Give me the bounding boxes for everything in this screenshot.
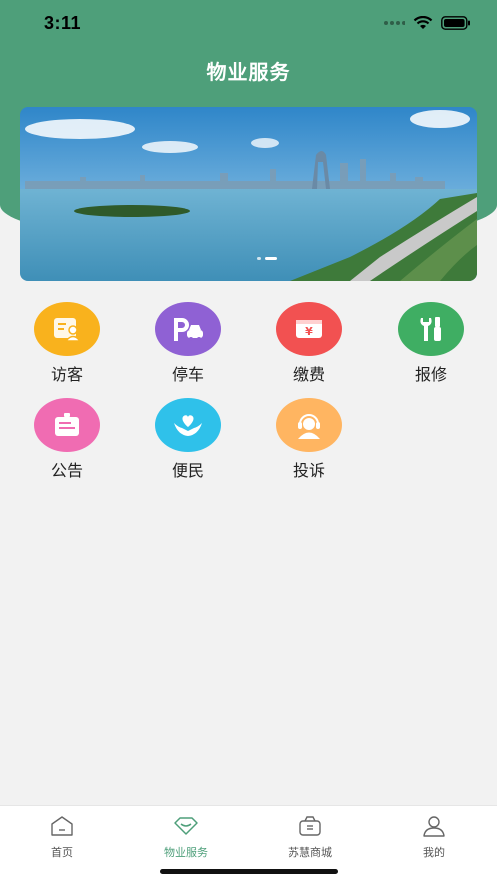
user-icon [423,816,445,837]
payment-yen-icon: ¥ [276,302,342,356]
service-visitor[interactable]: 访客 [17,302,117,385]
heart-hands-icon [155,398,221,452]
banner-carousel[interactable] [20,107,477,281]
tab-label: 物业服务 [164,846,208,859]
repair-tools-icon [398,302,464,356]
banner-dot-active[interactable] [265,257,277,260]
announcement-board-icon [34,398,100,452]
service-parking[interactable]: 停车 [138,302,238,385]
status-icons [383,16,471,30]
tab-shop[interactable]: 苏慧商城 [248,814,372,860]
status-time: 3:11 [44,13,82,33]
service-announcement[interactable]: 公告 [17,398,117,481]
service-label: 公告 [50,461,83,480]
service-label: 报修 [414,365,447,384]
complaint-headset-icon [276,398,342,452]
wifi-icon [413,16,433,29]
signal-icon [384,21,405,25]
tab-property-service[interactable]: 物业服务 [124,814,248,860]
page-title: 物业服务 [206,60,291,84]
service-label: 便民 [171,461,204,480]
service-label: 访客 [50,365,83,384]
banner-dot[interactable] [257,257,261,260]
status-bar: 3:11 [0,0,497,48]
shop-basket-icon [299,816,321,836]
tab-label: 我的 [423,846,445,859]
parking-icon [155,302,221,356]
service-label: 停车 [171,365,204,384]
svg-text:¥: ¥ [305,325,313,338]
tab-home[interactable]: 首页 [0,814,124,860]
service-complaint[interactable]: 投诉 [259,398,359,481]
home-icon [51,816,73,836]
home-indicator [160,869,338,874]
tab-label: 苏慧商城 [288,846,332,859]
service-payment[interactable]: ¥ 缴费 [259,302,359,385]
service-convenience[interactable]: 便民 [138,398,238,481]
tab-mine[interactable]: 我的 [372,814,496,860]
service-repair[interactable]: 报修 [381,302,481,385]
service-label: 投诉 [292,461,325,480]
visitor-card-icon [34,302,100,356]
banner-image [20,107,477,281]
banner-pagination [257,257,277,260]
tab-label: 首页 [51,846,73,859]
diamond-icon [174,817,198,835]
battery-icon [441,16,470,30]
service-label: 缴费 [292,365,325,384]
